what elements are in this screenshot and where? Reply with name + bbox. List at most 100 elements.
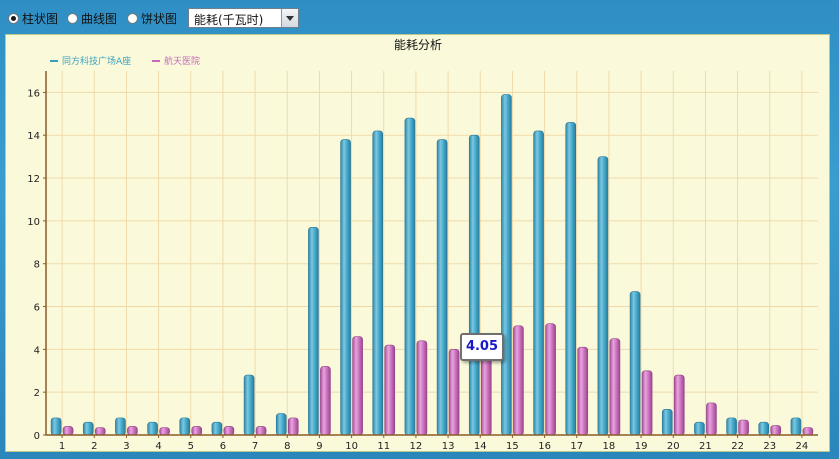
radio-pie-chart[interactable]: 饼状图 bbox=[127, 10, 177, 26]
bar-series2 bbox=[352, 336, 363, 436]
bar-series1 bbox=[629, 291, 641, 436]
y-tick-label: 10 bbox=[27, 217, 40, 228]
value-tooltip: 4.05 bbox=[460, 333, 504, 361]
bar-series2 bbox=[62, 426, 74, 436]
bar-series1 bbox=[115, 417, 126, 436]
bar-series1 bbox=[404, 117, 416, 436]
x-tick-label: 6 bbox=[220, 441, 226, 451]
bar-series2 bbox=[94, 427, 106, 436]
x-tick-label: 14 bbox=[474, 441, 487, 451]
bar-series2 bbox=[641, 370, 653, 436]
x-tick-label: 21 bbox=[699, 441, 712, 451]
radio-bar-chart[interactable]: 柱状图 bbox=[8, 10, 58, 26]
legend-label-series1: 同方科技广场A座 bbox=[62, 55, 131, 67]
x-tick-label: 13 bbox=[442, 441, 455, 451]
x-tick-label: 20 bbox=[667, 441, 680, 451]
bar-series1 bbox=[82, 421, 94, 436]
bar-series1 bbox=[243, 374, 255, 436]
chart-panel: 能耗分析 同方科技广场A座 航天医院 0 2 4 6 8 10 12 14 16 1 2 3 4 5 6 7 8… bbox=[5, 34, 830, 452]
radio-pie-chart-indicator bbox=[127, 12, 138, 24]
bar-series1 bbox=[501, 94, 512, 436]
bar-series1 bbox=[211, 421, 223, 436]
bar-series1 bbox=[694, 421, 705, 436]
bar-series2 bbox=[223, 426, 235, 436]
y-tick-label: 14 bbox=[27, 131, 40, 142]
y-tick-label: 12 bbox=[27, 174, 40, 185]
bar-series2 bbox=[609, 338, 621, 436]
y-tick-label: 6 bbox=[34, 303, 40, 314]
x-tick-label: 3 bbox=[123, 441, 129, 451]
bar-series2 bbox=[255, 426, 267, 436]
bar-series1 bbox=[661, 409, 673, 436]
bar-series1 bbox=[468, 134, 480, 436]
bar-series2 bbox=[706, 402, 717, 436]
y-tick-label: 4 bbox=[34, 345, 40, 356]
x-tick-label: 12 bbox=[410, 441, 423, 451]
x-tick-label: 4 bbox=[155, 441, 161, 451]
bar-series2 bbox=[545, 323, 556, 436]
x-tick-label: 24 bbox=[796, 441, 809, 451]
bar-series1 bbox=[308, 227, 319, 436]
bar-series1 bbox=[597, 156, 609, 436]
bar-series1 bbox=[533, 130, 544, 436]
toolbar: 柱状图 曲线图 饼状图 能耗(千瓦时) bbox=[0, 0, 839, 34]
bar-series2 bbox=[191, 426, 203, 436]
x-tick-label: 9 bbox=[316, 441, 322, 451]
radio-bar-chart-label: 柱状图 bbox=[22, 11, 59, 26]
x-tick-label: 17 bbox=[570, 441, 583, 451]
y-tick-label: 2 bbox=[34, 388, 40, 399]
bar-series2 bbox=[384, 344, 396, 436]
bar-series2 bbox=[320, 366, 331, 436]
bar-series1 bbox=[340, 139, 351, 436]
radio-pie-chart-label: 饼状图 bbox=[141, 11, 178, 26]
bar-series2 bbox=[513, 325, 524, 436]
y-tick-label: 8 bbox=[34, 260, 40, 271]
bar-series1 bbox=[565, 122, 577, 436]
bar-series2 bbox=[577, 346, 589, 436]
bar-series2 bbox=[448, 349, 460, 436]
chart-title: 能耗分析 bbox=[394, 38, 442, 52]
bar-series1 bbox=[758, 421, 770, 436]
x-tick-label: 11 bbox=[377, 441, 390, 451]
x-tick-label: 16 bbox=[538, 441, 551, 451]
bar-series2 bbox=[673, 374, 685, 436]
plot-area: 02468101214161 2 3 4 5 6 7 8 9 10 11 12 13 14 15 16 17 18… bbox=[27, 71, 818, 451]
legend-label-series2: 航天医院 bbox=[164, 55, 200, 67]
x-tick-label: 22 bbox=[731, 441, 744, 451]
bar-series1 bbox=[275, 413, 287, 436]
radio-line-chart-indicator bbox=[67, 12, 78, 24]
bar-series2 bbox=[287, 417, 299, 436]
bar-series2 bbox=[770, 425, 782, 436]
bar-series2 bbox=[738, 419, 749, 436]
bar-series1 bbox=[372, 130, 384, 436]
bar-series1 bbox=[790, 417, 802, 436]
bar-series1 bbox=[726, 417, 737, 436]
bar-series1 bbox=[50, 417, 62, 436]
bar-series2 bbox=[416, 340, 428, 436]
chevron-down-icon[interactable] bbox=[281, 9, 298, 27]
legend: 同方科技广场A座 航天医院 bbox=[50, 55, 200, 67]
y-tick-label: 16 bbox=[27, 88, 40, 99]
y-tick-label: 0 bbox=[34, 431, 40, 442]
bar-series1 bbox=[436, 139, 448, 436]
x-tick-label: 18 bbox=[603, 441, 616, 451]
x-tick-label: 8 bbox=[284, 441, 290, 451]
metric-select-value: 能耗(千瓦时) bbox=[194, 13, 264, 27]
bar-series2 bbox=[159, 427, 170, 436]
metric-select[interactable]: 能耗(千瓦时) bbox=[188, 8, 299, 28]
bar-series1 bbox=[179, 417, 191, 436]
x-tick-label: 2 bbox=[91, 441, 97, 451]
x-tick-label: 10 bbox=[345, 441, 358, 451]
radio-bar-chart-indicator bbox=[8, 12, 19, 24]
radio-line-chart[interactable]: 曲线图 bbox=[67, 10, 117, 26]
radio-line-chart-label: 曲线图 bbox=[81, 11, 118, 26]
bar-series2 bbox=[480, 347, 492, 436]
x-tick-label: 15 bbox=[506, 441, 519, 451]
x-tick-label: 19 bbox=[635, 441, 648, 451]
x-tick-label: 7 bbox=[252, 441, 258, 451]
bar-series2 bbox=[127, 426, 138, 436]
bar-series2 bbox=[802, 427, 814, 436]
energy-bar-chart: 能耗分析 同方科技广场A座 航天医院 02468101214161 2 3 4 5 6 7 8… bbox=[27, 38, 818, 451]
bar-series1 bbox=[147, 421, 158, 436]
x-tick-label: 5 bbox=[188, 441, 194, 451]
